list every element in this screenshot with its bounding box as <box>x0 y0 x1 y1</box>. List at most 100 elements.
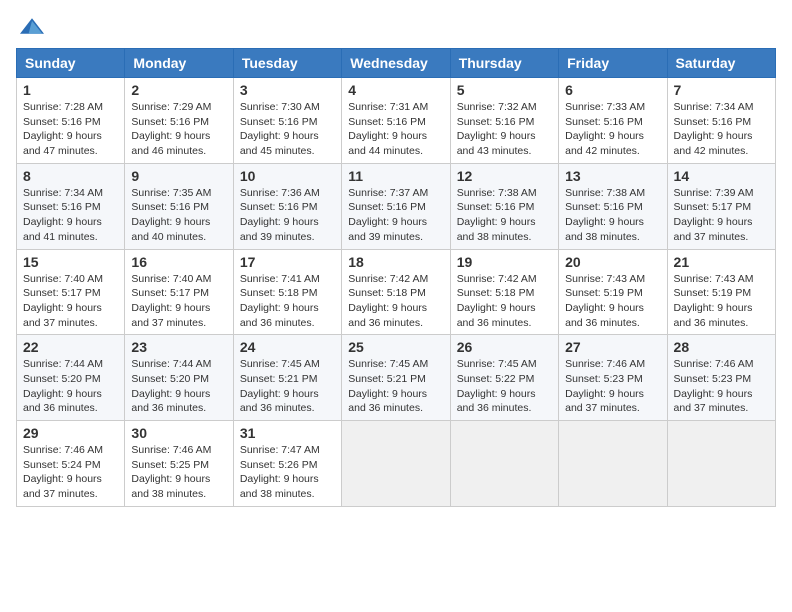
calendar-cell <box>667 421 775 507</box>
day-number: 17 <box>240 254 335 270</box>
day-detail: Sunrise: 7:41 AMSunset: 5:18 PMDaylight:… <box>240 273 320 329</box>
day-number: 26 <box>457 339 552 355</box>
day-number: 29 <box>23 425 118 441</box>
day-number: 6 <box>565 82 660 98</box>
day-detail: Sunrise: 7:46 AMSunset: 5:23 PMDaylight:… <box>674 358 754 414</box>
calendar-header-sunday: Sunday <box>17 49 125 78</box>
day-detail: Sunrise: 7:31 AMSunset: 5:16 PMDaylight:… <box>348 101 428 157</box>
day-number: 27 <box>565 339 660 355</box>
day-number: 21 <box>674 254 769 270</box>
day-detail: Sunrise: 7:45 AMSunset: 5:21 PMDaylight:… <box>240 358 320 414</box>
calendar-cell: 27 Sunrise: 7:46 AMSunset: 5:23 PMDaylig… <box>559 335 667 421</box>
day-number: 14 <box>674 168 769 184</box>
calendar-cell: 14 Sunrise: 7:39 AMSunset: 5:17 PMDaylig… <box>667 163 775 249</box>
calendar-cell: 10 Sunrise: 7:36 AMSunset: 5:16 PMDaylig… <box>233 163 341 249</box>
calendar-cell: 13 Sunrise: 7:38 AMSunset: 5:16 PMDaylig… <box>559 163 667 249</box>
calendar-week-row: 15 Sunrise: 7:40 AMSunset: 5:17 PMDaylig… <box>17 249 776 335</box>
day-detail: Sunrise: 7:40 AMSunset: 5:17 PMDaylight:… <box>23 273 103 329</box>
calendar-cell: 15 Sunrise: 7:40 AMSunset: 5:17 PMDaylig… <box>17 249 125 335</box>
logo-icon <box>20 16 44 36</box>
day-number: 12 <box>457 168 552 184</box>
calendar-cell: 20 Sunrise: 7:43 AMSunset: 5:19 PMDaylig… <box>559 249 667 335</box>
calendar-cell: 18 Sunrise: 7:42 AMSunset: 5:18 PMDaylig… <box>342 249 450 335</box>
day-number: 16 <box>131 254 226 270</box>
day-detail: Sunrise: 7:46 AMSunset: 5:24 PMDaylight:… <box>23 444 103 500</box>
calendar-cell: 25 Sunrise: 7:45 AMSunset: 5:21 PMDaylig… <box>342 335 450 421</box>
calendar-cell: 16 Sunrise: 7:40 AMSunset: 5:17 PMDaylig… <box>125 249 233 335</box>
calendar-week-row: 22 Sunrise: 7:44 AMSunset: 5:20 PMDaylig… <box>17 335 776 421</box>
page-header <box>16 16 776 36</box>
day-detail: Sunrise: 7:34 AMSunset: 5:16 PMDaylight:… <box>23 187 103 243</box>
calendar-table: SundayMondayTuesdayWednesdayThursdayFrid… <box>16 48 776 507</box>
day-detail: Sunrise: 7:44 AMSunset: 5:20 PMDaylight:… <box>23 358 103 414</box>
calendar-cell: 23 Sunrise: 7:44 AMSunset: 5:20 PMDaylig… <box>125 335 233 421</box>
calendar-cell: 31 Sunrise: 7:47 AMSunset: 5:26 PMDaylig… <box>233 421 341 507</box>
calendar-cell: 4 Sunrise: 7:31 AMSunset: 5:16 PMDayligh… <box>342 78 450 164</box>
day-number: 1 <box>23 82 118 98</box>
day-detail: Sunrise: 7:32 AMSunset: 5:16 PMDaylight:… <box>457 101 537 157</box>
day-detail: Sunrise: 7:33 AMSunset: 5:16 PMDaylight:… <box>565 101 645 157</box>
day-number: 31 <box>240 425 335 441</box>
day-detail: Sunrise: 7:43 AMSunset: 5:19 PMDaylight:… <box>674 273 754 329</box>
day-number: 11 <box>348 168 443 184</box>
calendar-header-friday: Friday <box>559 49 667 78</box>
day-detail: Sunrise: 7:40 AMSunset: 5:17 PMDaylight:… <box>131 273 211 329</box>
day-detail: Sunrise: 7:47 AMSunset: 5:26 PMDaylight:… <box>240 444 320 500</box>
day-number: 19 <box>457 254 552 270</box>
day-number: 8 <box>23 168 118 184</box>
day-detail: Sunrise: 7:38 AMSunset: 5:16 PMDaylight:… <box>565 187 645 243</box>
day-number: 25 <box>348 339 443 355</box>
day-number: 24 <box>240 339 335 355</box>
day-detail: Sunrise: 7:28 AMSunset: 5:16 PMDaylight:… <box>23 101 103 157</box>
day-detail: Sunrise: 7:36 AMSunset: 5:16 PMDaylight:… <box>240 187 320 243</box>
calendar-cell <box>450 421 558 507</box>
calendar-week-row: 29 Sunrise: 7:46 AMSunset: 5:24 PMDaylig… <box>17 421 776 507</box>
day-number: 28 <box>674 339 769 355</box>
calendar-cell: 21 Sunrise: 7:43 AMSunset: 5:19 PMDaylig… <box>667 249 775 335</box>
day-detail: Sunrise: 7:42 AMSunset: 5:18 PMDaylight:… <box>457 273 537 329</box>
calendar-header-monday: Monday <box>125 49 233 78</box>
day-number: 13 <box>565 168 660 184</box>
day-detail: Sunrise: 7:43 AMSunset: 5:19 PMDaylight:… <box>565 273 645 329</box>
day-number: 7 <box>674 82 769 98</box>
calendar-cell: 26 Sunrise: 7:45 AMSunset: 5:22 PMDaylig… <box>450 335 558 421</box>
calendar-cell: 6 Sunrise: 7:33 AMSunset: 5:16 PMDayligh… <box>559 78 667 164</box>
calendar-cell: 17 Sunrise: 7:41 AMSunset: 5:18 PMDaylig… <box>233 249 341 335</box>
calendar-cell: 3 Sunrise: 7:30 AMSunset: 5:16 PMDayligh… <box>233 78 341 164</box>
day-number: 22 <box>23 339 118 355</box>
day-number: 3 <box>240 82 335 98</box>
calendar-cell: 19 Sunrise: 7:42 AMSunset: 5:18 PMDaylig… <box>450 249 558 335</box>
calendar-cell: 22 Sunrise: 7:44 AMSunset: 5:20 PMDaylig… <box>17 335 125 421</box>
calendar-header-tuesday: Tuesday <box>233 49 341 78</box>
day-number: 2 <box>131 82 226 98</box>
day-number: 5 <box>457 82 552 98</box>
calendar-cell: 30 Sunrise: 7:46 AMSunset: 5:25 PMDaylig… <box>125 421 233 507</box>
calendar-cell: 28 Sunrise: 7:46 AMSunset: 5:23 PMDaylig… <box>667 335 775 421</box>
day-detail: Sunrise: 7:45 AMSunset: 5:22 PMDaylight:… <box>457 358 537 414</box>
calendar-cell: 24 Sunrise: 7:45 AMSunset: 5:21 PMDaylig… <box>233 335 341 421</box>
calendar-cell: 5 Sunrise: 7:32 AMSunset: 5:16 PMDayligh… <box>450 78 558 164</box>
day-detail: Sunrise: 7:35 AMSunset: 5:16 PMDaylight:… <box>131 187 211 243</box>
calendar-cell: 1 Sunrise: 7:28 AMSunset: 5:16 PMDayligh… <box>17 78 125 164</box>
day-number: 10 <box>240 168 335 184</box>
calendar-cell: 7 Sunrise: 7:34 AMSunset: 5:16 PMDayligh… <box>667 78 775 164</box>
day-number: 9 <box>131 168 226 184</box>
day-number: 4 <box>348 82 443 98</box>
day-number: 23 <box>131 339 226 355</box>
day-detail: Sunrise: 7:30 AMSunset: 5:16 PMDaylight:… <box>240 101 320 157</box>
logo <box>16 16 44 36</box>
day-number: 15 <box>23 254 118 270</box>
calendar-cell: 2 Sunrise: 7:29 AMSunset: 5:16 PMDayligh… <box>125 78 233 164</box>
day-detail: Sunrise: 7:46 AMSunset: 5:25 PMDaylight:… <box>131 444 211 500</box>
day-number: 18 <box>348 254 443 270</box>
calendar-week-row: 1 Sunrise: 7:28 AMSunset: 5:16 PMDayligh… <box>17 78 776 164</box>
calendar-header-row: SundayMondayTuesdayWednesdayThursdayFrid… <box>17 49 776 78</box>
day-number: 20 <box>565 254 660 270</box>
calendar-cell: 29 Sunrise: 7:46 AMSunset: 5:24 PMDaylig… <box>17 421 125 507</box>
calendar-cell: 8 Sunrise: 7:34 AMSunset: 5:16 PMDayligh… <box>17 163 125 249</box>
day-detail: Sunrise: 7:44 AMSunset: 5:20 PMDaylight:… <box>131 358 211 414</box>
calendar-header-wednesday: Wednesday <box>342 49 450 78</box>
day-detail: Sunrise: 7:37 AMSunset: 5:16 PMDaylight:… <box>348 187 428 243</box>
day-detail: Sunrise: 7:38 AMSunset: 5:16 PMDaylight:… <box>457 187 537 243</box>
calendar-cell: 12 Sunrise: 7:38 AMSunset: 5:16 PMDaylig… <box>450 163 558 249</box>
